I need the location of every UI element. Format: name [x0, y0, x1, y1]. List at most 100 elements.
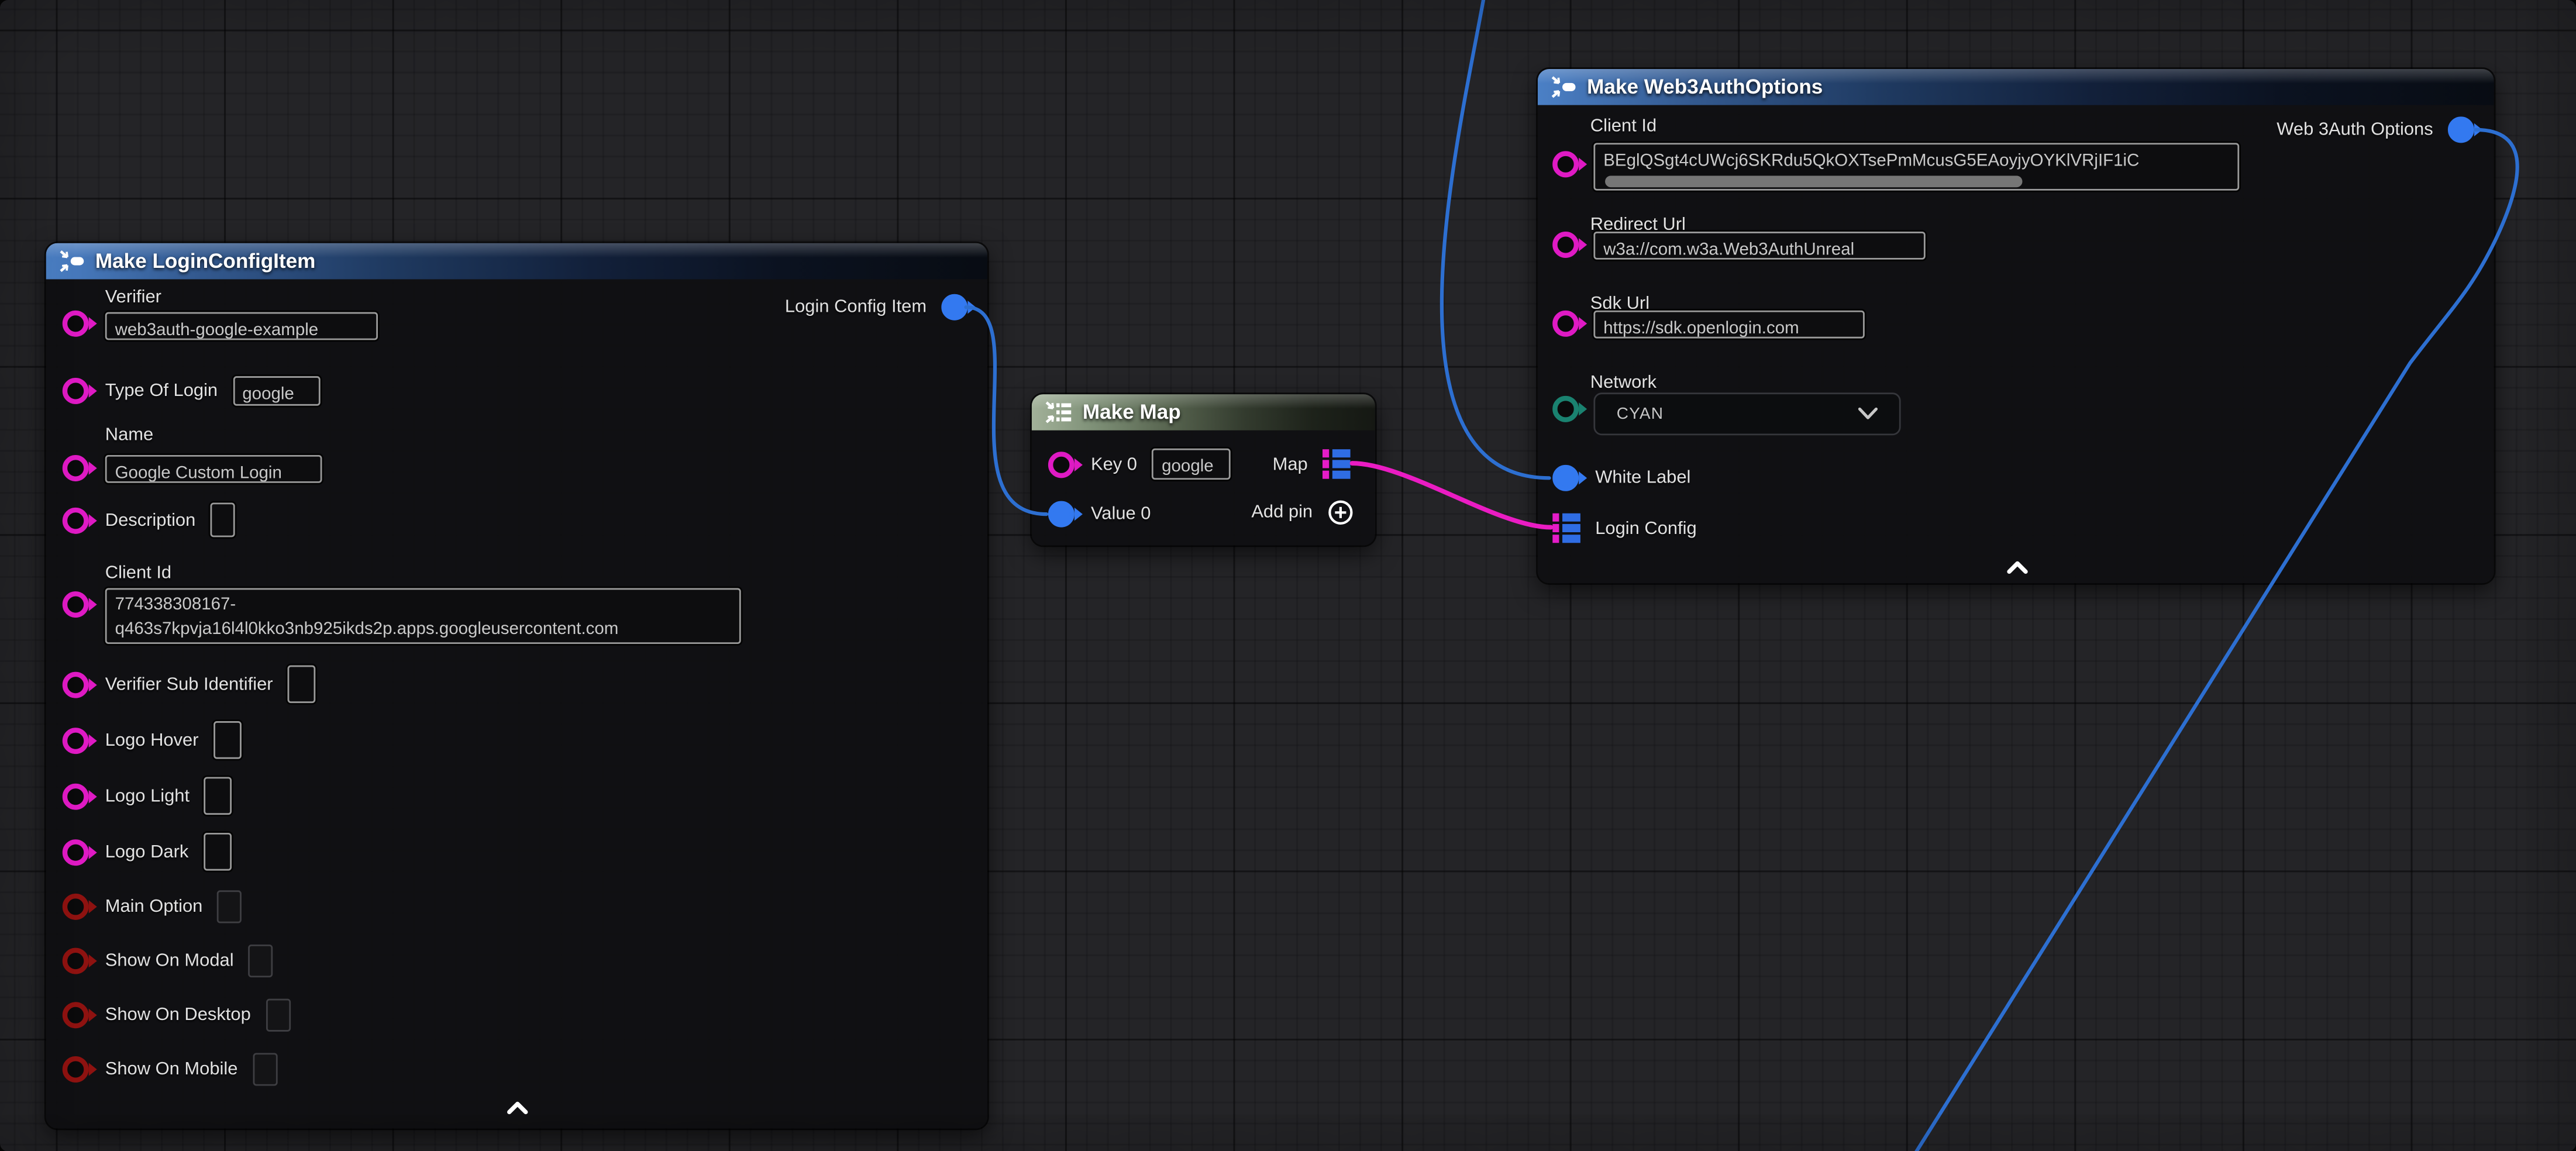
logo-light-textbox[interactable] — [204, 777, 232, 815]
row-verifier-sub-identifier: Verifier Sub Identifier — [63, 666, 316, 704]
input-pin-show-on-mobile[interactable] — [63, 1056, 89, 1083]
add-pin-row: Add pin — [1251, 499, 1354, 526]
redirect-url-input[interactable] — [1595, 237, 1924, 260]
input-pin-show-on-desktop[interactable] — [63, 1002, 89, 1028]
sdk-url-textbox[interactable] — [1593, 311, 1864, 339]
logo-dark-textbox[interactable] — [204, 833, 232, 871]
input-pin-redirect-url[interactable] — [1552, 232, 1579, 258]
client-id-value-line1: 774338308167- — [115, 593, 731, 617]
input-pin-name[interactable] — [63, 455, 89, 481]
logo-hover-textbox[interactable] — [213, 721, 242, 759]
row-white-label: White Label — [1552, 465, 1705, 491]
input-pin-client-id[interactable] — [63, 591, 89, 618]
input-pin-main-option[interactable] — [63, 894, 89, 920]
type-of-login-textbox[interactable] — [232, 376, 319, 406]
pin-label-main-option: Main Option — [105, 897, 203, 917]
add-pin-label: Add pin — [1251, 502, 1313, 522]
pin-label-logo-hover: Logo Hover — [105, 730, 199, 750]
verifier-sub-identifier-textbox[interactable] — [288, 666, 316, 704]
wire-offscreen-to-white-label[interactable] — [1442, 0, 1549, 478]
client-id-input[interactable] — [1595, 146, 2237, 176]
output-row-web3auth-options: Web 3Auth Options — [2277, 116, 2474, 143]
horizontal-scrollbar-thumb[interactable] — [1605, 176, 2022, 188]
node-title: Make LoginConfigItem — [95, 250, 315, 273]
output-pin-map[interactable] — [1323, 449, 1351, 480]
pin-label-show-on-modal: Show On Modal — [105, 951, 234, 971]
row-logo-hover: Logo Hover — [63, 721, 242, 759]
make-struct-icon — [59, 250, 85, 273]
pin-label-show-on-mobile: Show On Mobile — [105, 1060, 238, 1080]
key-0-input[interactable] — [1153, 453, 1229, 480]
node-make-login-config-item[interactable]: Make LoginConfigItem Login Config Item V… — [46, 243, 987, 1129]
sdk-url-input[interactable] — [1595, 316, 1863, 339]
input-pin-logo-light[interactable] — [63, 783, 89, 809]
input-pin-verifier-sub-identifier[interactable] — [63, 671, 89, 697]
name-textbox[interactable] — [105, 455, 322, 483]
input-pin-white-label[interactable] — [1552, 465, 1579, 491]
row-value-0: Value 0 — [1048, 501, 1166, 528]
input-pin-login-config[interactable] — [1552, 512, 1580, 543]
client-id-textbox[interactable] — [1593, 143, 2239, 190]
output-pin-label-map: Map — [1273, 454, 1308, 474]
row-login-config: Login Config — [1552, 512, 1711, 543]
row-show-on-modal: Show On Modal — [63, 945, 273, 977]
network-dropdown[interactable]: CYAN — [1593, 392, 1900, 435]
add-pin-icon[interactable] — [1327, 499, 1354, 526]
input-pin-sdk-url[interactable] — [1552, 311, 1579, 337]
show-on-desktop-checkbox[interactable] — [266, 999, 290, 1032]
pin-label-value-0: Value 0 — [1091, 504, 1151, 524]
name-input[interactable] — [107, 461, 321, 483]
pin-label-logo-light: Logo Light — [105, 786, 190, 806]
pin-label-description: Description — [105, 510, 196, 530]
input-pin-description[interactable] — [63, 506, 89, 533]
pin-label-show-on-desktop: Show On Desktop — [105, 1005, 251, 1025]
input-pin-network[interactable] — [1552, 396, 1579, 422]
verifier-textbox[interactable] — [105, 312, 378, 340]
pin-label-client-id: Client Id — [1590, 116, 1657, 136]
row-logo-dark: Logo Dark — [63, 833, 232, 871]
row-key-0: Key 0 — [1048, 449, 1231, 480]
input-pin-value-0[interactable] — [1048, 501, 1075, 528]
show-on-mobile-checkbox[interactable] — [253, 1053, 277, 1085]
node-make-map[interactable]: Make Map Key 0 Map Value 0 Add pin — [1032, 394, 1375, 545]
input-pin-show-on-modal[interactable] — [63, 948, 89, 974]
key-0-textbox[interactable] — [1152, 449, 1231, 480]
chevron-up-icon[interactable] — [2006, 560, 2029, 575]
row-main-option: Main Option — [63, 890, 242, 923]
output-pin-web3auth-options[interactable] — [2448, 116, 2474, 143]
show-on-modal-checkbox[interactable] — [249, 945, 273, 977]
pin-label-type-of-login: Type Of Login — [105, 381, 218, 401]
row-logo-light: Logo Light — [63, 777, 232, 815]
input-pin-client-id[interactable] — [1552, 151, 1579, 177]
input-pin-verifier[interactable] — [63, 311, 89, 337]
node-make-web3auth-options[interactable]: Make Web3AuthOptions Web 3Auth Options C… — [1538, 69, 2494, 583]
redirect-url-textbox[interactable] — [1593, 232, 1925, 260]
row-show-on-mobile: Show On Mobile — [63, 1053, 277, 1085]
row-type-of-login: Type Of Login — [63, 376, 320, 406]
row-description: Description — [63, 502, 235, 537]
output-pin-label-web3auth-options: Web 3Auth Options — [2277, 120, 2433, 140]
input-pin-logo-dark[interactable] — [63, 839, 89, 865]
node-header-make-map[interactable]: Make Map — [1032, 394, 1375, 430]
pin-label-key-0: Key 0 — [1091, 454, 1137, 474]
main-option-checkbox[interactable] — [218, 890, 242, 923]
verifier-input[interactable] — [107, 318, 377, 340]
graph-canvas[interactable]: Make LoginConfigItem Login Config Item V… — [0, 0, 2576, 1151]
node-title: Make Map — [1083, 401, 1181, 423]
pin-label-logo-dark: Logo Dark — [105, 842, 189, 861]
type-of-login-input[interactable] — [234, 381, 318, 406]
pin-label-login-config: Login Config — [1595, 518, 1697, 538]
input-pin-key-0[interactable] — [1048, 451, 1075, 477]
make-map-icon — [1045, 401, 1073, 423]
input-pin-logo-hover[interactable] — [63, 727, 89, 753]
node-header-make-web3auth-options[interactable]: Make Web3AuthOptions — [1538, 69, 2494, 105]
chevron-down-icon — [1858, 408, 1878, 421]
node-header-make-login-config-item[interactable]: Make LoginConfigItem — [46, 243, 987, 280]
description-textbox[interactable] — [211, 502, 235, 537]
input-pin-type-of-login[interactable] — [63, 378, 89, 404]
chevron-up-icon[interactable] — [506, 1101, 529, 1115]
pin-label-network: Network — [1590, 373, 1657, 393]
pin-label-white-label: White Label — [1595, 468, 1690, 488]
output-pin-login-config-item[interactable] — [941, 294, 967, 321]
client-id-textbox[interactable]: 774338308167- q463s7kpvja16l4l0kko3nb925… — [105, 588, 741, 644]
